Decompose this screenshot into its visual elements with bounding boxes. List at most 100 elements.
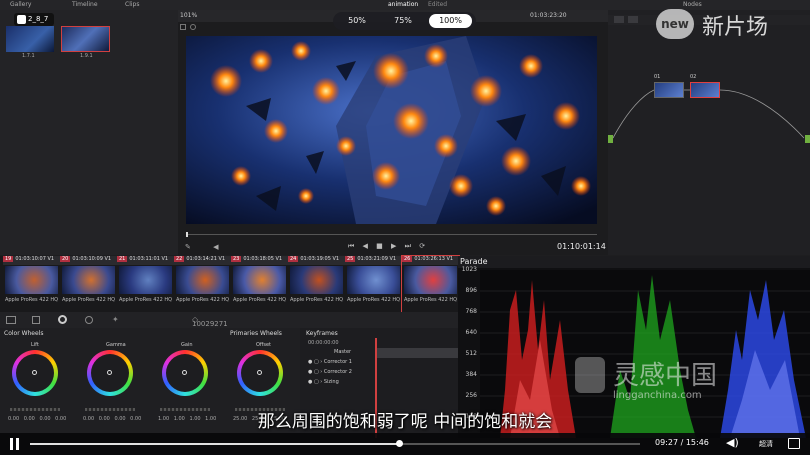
node-graph bbox=[612, 89, 805, 139]
watermark-xinpianchang: new 新片场 bbox=[656, 7, 806, 43]
time-display: 09:27 / 15:46 bbox=[655, 438, 709, 447]
clip-thumbnail[interactable]: 19 01:03:10:07 V1 Apple ProRes 422 HQ bbox=[3, 256, 60, 312]
wheel-center-handle[interactable] bbox=[257, 370, 262, 375]
node-output[interactable] bbox=[805, 135, 810, 143]
speed-75[interactable]: 75% bbox=[383, 14, 423, 28]
audio-icon[interactable]: ◀ bbox=[213, 243, 218, 251]
watermark-center-text: 灵感中国 bbox=[613, 361, 718, 391]
clip-header: 21 01:03:11:01 V1 bbox=[117, 256, 174, 265]
jump-end-icon[interactable]: ⏭ bbox=[405, 242, 411, 250]
clip-number: 21 bbox=[117, 256, 128, 262]
clip-thumbnail[interactable]: 24 01:03:19:05 V1 Apple ProRes 422 HQ bbox=[288, 256, 345, 312]
stop-icon[interactable]: ■ bbox=[376, 242, 383, 250]
camera-raw-icon[interactable] bbox=[6, 316, 16, 324]
node-editor-panel: 01 02 bbox=[608, 10, 810, 255]
node-1-number: 01 bbox=[654, 74, 661, 80]
viewer-tools bbox=[180, 24, 220, 32]
motion-effects-icon[interactable]: ✦ bbox=[112, 315, 119, 324]
clip-thumbnail[interactable]: 22 01:03:14:21 V1 Apple ProRes 422 HQ bbox=[174, 256, 231, 312]
clip-header: 24 01:03:19:05 V1 bbox=[288, 256, 345, 265]
clip-timecode: 01:03:10:09 bbox=[72, 256, 103, 262]
play-badge-icon bbox=[17, 15, 26, 24]
clip-timecode: 01:03:21:09 bbox=[357, 256, 388, 262]
pause-icon[interactable] bbox=[10, 438, 20, 450]
play-icon[interactable]: ▶ bbox=[391, 242, 396, 250]
gallery-tab[interactable]: Gallery bbox=[10, 1, 31, 8]
clip-codec-label: Apple ProRes 422 HQ bbox=[289, 297, 344, 303]
keyframes-timecode: 00:00:00:00 bbox=[308, 340, 339, 346]
pen-icon[interactable]: ✎ bbox=[185, 243, 191, 251]
clip-thumbnail[interactable]: 20 01:03:10:09 V1 Apple ProRes 422 HQ bbox=[60, 256, 117, 312]
color-wheels-icon[interactable] bbox=[58, 315, 67, 324]
clip-timecode: 01:03:11:01 bbox=[129, 256, 160, 262]
parade-scale-tick: 640 bbox=[465, 329, 477, 336]
clip-timecode: 01:03:26:13 bbox=[414, 256, 445, 262]
target-icon[interactable] bbox=[190, 24, 196, 30]
clip-codec-label: Apple ProRes 422 HQ bbox=[61, 297, 116, 303]
clip-image bbox=[347, 266, 400, 294]
clip-thumbnail[interactable]: 21 01:03:11:01 V1 Apple ProRes 422 HQ bbox=[117, 256, 174, 312]
node-2[interactable] bbox=[690, 82, 720, 98]
clip-thumbnail[interactable]: 26 01:03:26:13 V1 Apple ProRes 422 HQ bbox=[401, 255, 460, 313]
clip-header: 25 01:03:21:09 V1 bbox=[345, 256, 402, 265]
clip-number: 23 bbox=[231, 256, 242, 262]
master-track-bar bbox=[377, 348, 458, 358]
app-window: Gallery Timeline Clips animation Edited … bbox=[0, 0, 810, 455]
viewer-current-timecode: 01:10:01:14 bbox=[557, 242, 606, 251]
keyframe-row[interactable]: ● ▢ › Corrector 2 bbox=[308, 369, 352, 375]
clip-codec-label: Apple ProRes 422 HQ bbox=[4, 297, 59, 303]
playback-speed-selector: 50% 75% 100% bbox=[333, 12, 476, 30]
viewer-left-tools: ✎ ◀ bbox=[185, 243, 235, 251]
wheel-label: Gain bbox=[181, 342, 193, 348]
clip-thumbnail[interactable]: 23 01:03:18:05 V1 Apple ProRes 422 HQ bbox=[231, 256, 288, 312]
loop-icon[interactable]: ⟳ bbox=[419, 242, 425, 250]
watermark-brand: 新片场 bbox=[702, 15, 769, 40]
wheel-center-handle[interactable] bbox=[32, 370, 37, 375]
clip-image bbox=[404, 266, 457, 294]
clip-number: 19 bbox=[3, 256, 14, 262]
node-2-number: 02 bbox=[690, 74, 697, 80]
viewer-timecode: 01:03:23:20 bbox=[530, 12, 567, 19]
clips-tab[interactable]: Clips bbox=[125, 1, 139, 8]
gallery-still-1-label: 1.7.1 bbox=[22, 53, 35, 59]
zoom-level[interactable]: 101% bbox=[180, 12, 197, 19]
parade-scale-tick: 256 bbox=[465, 392, 477, 399]
node-1[interactable] bbox=[654, 82, 684, 98]
wheel-center-handle[interactable] bbox=[182, 370, 187, 375]
watermark-linggan: 灵感中国 lingganchina.com bbox=[575, 355, 805, 415]
speed-50[interactable]: 50% bbox=[337, 14, 377, 28]
timeline-tab[interactable]: Timeline bbox=[72, 1, 98, 8]
reverse-icon[interactable]: ◀ bbox=[363, 242, 368, 250]
gallery-still-1[interactable] bbox=[6, 26, 54, 52]
quality-button[interactable]: 超清 bbox=[759, 439, 773, 449]
keyframe-row[interactable]: ● ▢ › Sizing bbox=[308, 379, 339, 385]
jump-start-icon[interactable]: ⏮ bbox=[348, 242, 354, 250]
viewer-scrubber[interactable] bbox=[186, 234, 597, 235]
clip-codec-label: Apple ProRes 422 HQ bbox=[175, 297, 230, 303]
clip-image bbox=[233, 266, 286, 294]
clip-header: 19 01:03:10:07 V1 bbox=[3, 256, 60, 265]
color-match-icon[interactable] bbox=[32, 316, 40, 324]
clip-timecode: 01:03:10:07 bbox=[15, 256, 46, 262]
progress-handle[interactable] bbox=[396, 440, 404, 447]
keyframe-row[interactable]: Master bbox=[334, 349, 351, 355]
speed-100[interactable]: 100% bbox=[429, 14, 472, 28]
episode-badge[interactable]: 2_8_7 bbox=[14, 13, 54, 26]
clip-codec-label: Apple ProRes 422 HQ bbox=[403, 297, 458, 303]
crop-icon[interactable] bbox=[180, 24, 186, 30]
viewer-playhead[interactable] bbox=[186, 232, 188, 237]
keyframe-row[interactable]: ● ▢ › Corrector 1 bbox=[308, 359, 352, 365]
clip-number: 26 bbox=[402, 256, 413, 262]
parade-scale-tick: 1023 bbox=[461, 266, 477, 273]
rgb-mixer-icon[interactable] bbox=[85, 316, 93, 324]
parade-title[interactable]: Parade bbox=[460, 257, 488, 266]
wheel-center-handle[interactable] bbox=[107, 370, 112, 375]
fullscreen-icon[interactable] bbox=[788, 438, 800, 449]
node-input[interactable] bbox=[608, 135, 613, 143]
clip-thumbnail[interactable]: 25 01:03:21:09 V1 Apple ProRes 422 HQ bbox=[345, 256, 402, 312]
progress-fill bbox=[30, 443, 400, 445]
linggan-logo bbox=[575, 357, 605, 393]
primaries-wheels-title[interactable]: Primaries Wheels bbox=[230, 330, 282, 337]
gallery-still-2[interactable] bbox=[61, 26, 110, 52]
volume-icon[interactable]: ◀) bbox=[726, 436, 739, 449]
